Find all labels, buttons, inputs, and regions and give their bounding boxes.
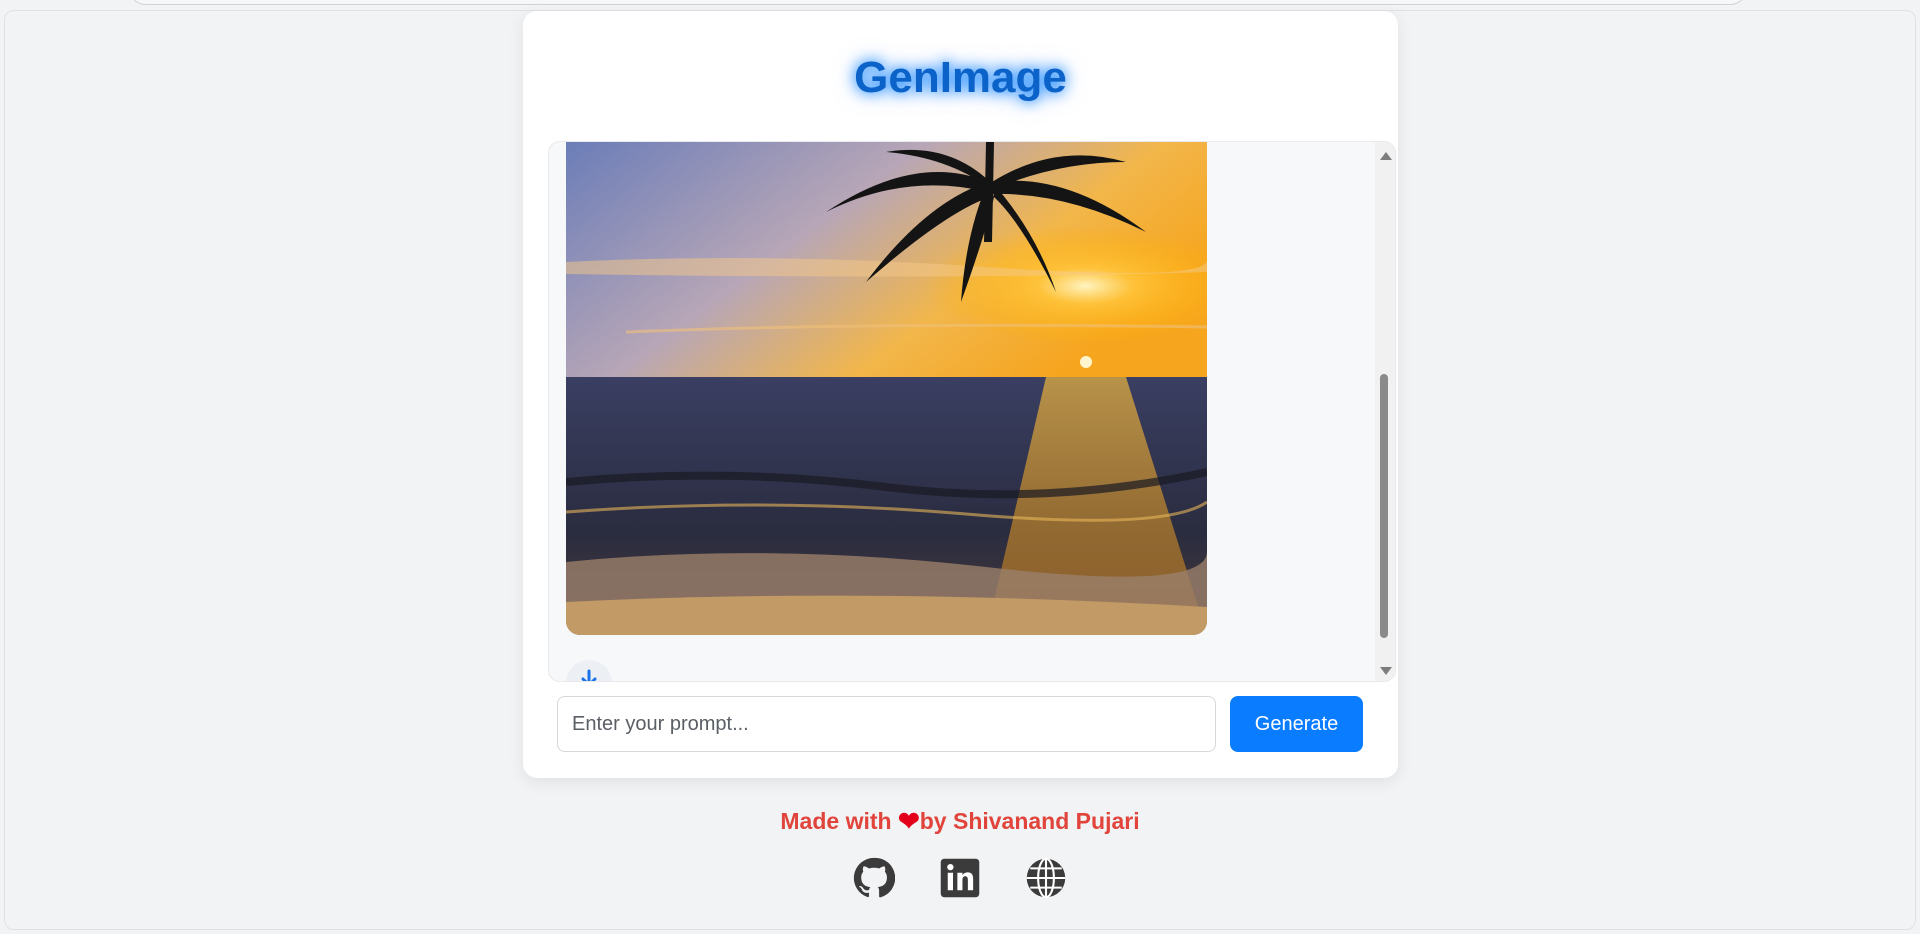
github-link[interactable]	[853, 857, 896, 899]
github-icon	[853, 857, 896, 898]
chat-area[interactable]	[548, 141, 1396, 682]
chat-scrollbar[interactable]	[1375, 142, 1395, 681]
social-links	[0, 857, 1920, 899]
globe-icon	[1026, 857, 1066, 899]
author-text: by Shivanand Pujari	[919, 808, 1140, 834]
website-link[interactable]	[1025, 857, 1067, 899]
heart-icon: ❤	[897, 806, 920, 836]
linkedin-icon	[940, 858, 980, 898]
app-title: GenImage	[854, 53, 1067, 102]
prompt-input[interactable]	[557, 696, 1216, 752]
scroll-up-arrow-icon[interactable]	[1380, 152, 1392, 160]
download-icon	[581, 669, 597, 681]
scroll-thumb[interactable]	[1380, 374, 1388, 638]
made-with-text: Made with	[780, 808, 898, 834]
generate-button[interactable]: Generate	[1230, 696, 1363, 752]
scroll-down-arrow-icon[interactable]	[1380, 667, 1392, 675]
download-button[interactable]	[566, 660, 612, 681]
linkedin-link[interactable]	[939, 857, 981, 899]
top-bar	[128, 0, 1748, 5]
footer-credit: Made with ❤by Shivanand Pujari	[0, 806, 1920, 837]
app-card: GenImage Enter your prompt... Generate	[523, 11, 1398, 778]
generated-image	[566, 142, 1207, 635]
